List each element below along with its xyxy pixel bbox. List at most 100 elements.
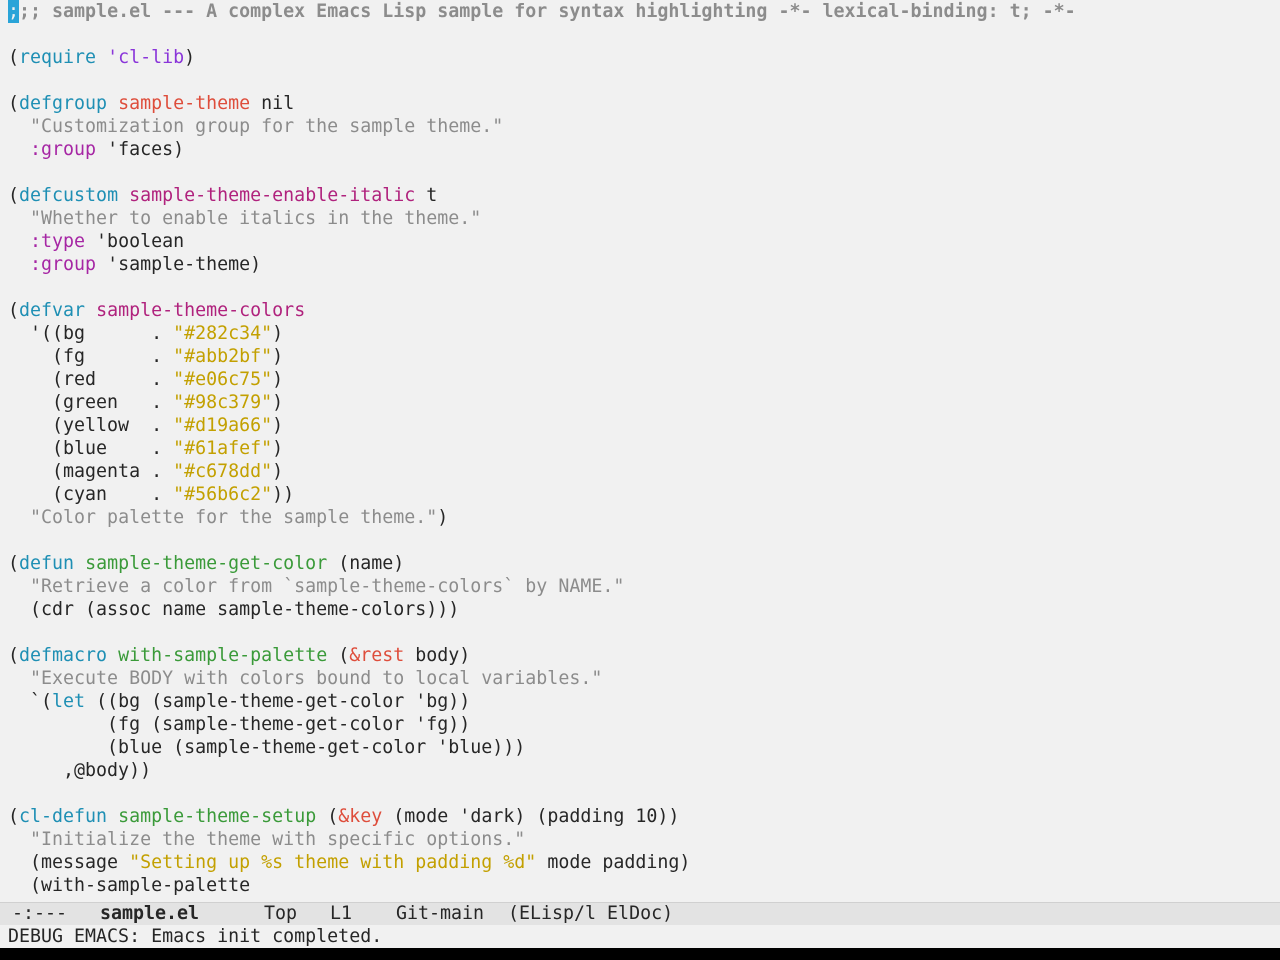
code-line[interactable]: (defmacro with-sample-palette (&rest bod… xyxy=(8,644,470,667)
code-line[interactable]: (require 'cl-lib) xyxy=(8,46,195,69)
code-token: (cyan . xyxy=(8,484,174,505)
code-line[interactable]: (blue . "#61afef") xyxy=(8,437,283,460)
code-token: sample-theme-enable-italic xyxy=(129,185,416,206)
code-line[interactable]: (fg . "#abb2bf") xyxy=(8,345,283,368)
code-token: "#56b6c2" xyxy=(173,484,273,505)
code-line[interactable]: (red . "#e06c75") xyxy=(8,368,283,391)
code-line[interactable]: (message "Setting up %s theme with paddi… xyxy=(8,851,690,874)
code-line[interactable]: :group 'faces) xyxy=(8,138,184,161)
code-token: "#98c379" xyxy=(173,392,273,413)
code-token: (red . xyxy=(8,369,174,390)
code-token: "#282c34" xyxy=(173,323,273,344)
code-token: :group xyxy=(30,254,97,275)
code-token: "#c678dd" xyxy=(173,461,273,482)
editor-buffer[interactable]: ;;; sample.el --- A complex Emacs Lisp s… xyxy=(8,0,1274,902)
code-line[interactable]: :type 'boolean xyxy=(8,230,184,253)
code-token: ( xyxy=(8,645,20,666)
code-token: "Execute BODY with colors bound to local… xyxy=(30,668,603,689)
modeline-major-mode[interactable]: (ELisp/l ElDoc) xyxy=(508,903,673,925)
code-token: ) xyxy=(272,392,284,413)
code-line[interactable]: (blue (sample-theme-get-color 'blue))) xyxy=(8,736,525,759)
code-token: defvar xyxy=(19,300,86,321)
code-token: "#abb2bf" xyxy=(173,346,273,367)
code-line[interactable]: ,@body)) xyxy=(8,759,151,782)
code-line[interactable]: (yellow . "#d19a66") xyxy=(8,414,283,437)
code-token: mode padding) xyxy=(536,852,691,873)
code-line[interactable]: (fg (sample-theme-get-color 'fg)) xyxy=(8,713,470,736)
code-token: ;; sample.el --- A complex Emacs Lisp sa… xyxy=(19,1,1076,22)
code-token: ( xyxy=(8,185,20,206)
mode-line[interactable]: -:--- sample.el Top L1 Git-main (ELisp/l… xyxy=(0,902,1280,925)
code-token: "Retrieve a color from `sample-theme-col… xyxy=(30,576,625,597)
code-token: )) xyxy=(272,484,295,505)
code-line[interactable]: "Initialize the theme with specific opti… xyxy=(8,828,525,851)
code-token: "Customization group for the sample them… xyxy=(30,116,504,137)
code-line[interactable]: (cyan . "#56b6c2")) xyxy=(8,483,294,506)
code-token: t xyxy=(415,185,438,206)
code-token: let xyxy=(52,691,86,712)
code-line[interactable]: (defcustom sample-theme-enable-italic t xyxy=(8,184,437,207)
code-token: ( xyxy=(327,645,350,666)
code-token: ( xyxy=(316,806,339,827)
code-token: nil xyxy=(250,93,295,114)
code-line[interactable]: (defun sample-theme-get-color (name) xyxy=(8,552,404,575)
code-line[interactable]: (magenta . "#c678dd") xyxy=(8,460,283,483)
code-token: sample-theme xyxy=(118,93,251,114)
code-token: ((bg (sample-theme-get-color 'bg)) xyxy=(85,691,471,712)
code-line[interactable]: (with-sample-palette xyxy=(8,874,250,897)
code-token: (name) xyxy=(327,553,405,574)
code-token: ) xyxy=(272,346,284,367)
code-token: sample-theme-setup xyxy=(118,806,317,827)
code-line[interactable]: "Color palette for the sample theme.") xyxy=(8,506,448,529)
code-line[interactable]: "Customization group for the sample them… xyxy=(8,115,503,138)
code-line[interactable]: "Execute BODY with colors bound to local… xyxy=(8,667,602,690)
code-line[interactable]: :group 'sample-theme) xyxy=(8,253,261,276)
code-token: (blue (sample-theme-get-color 'blue))) xyxy=(8,737,526,758)
code-token: "#61afef" xyxy=(173,438,273,459)
code-token: :type xyxy=(30,231,86,252)
code-line[interactable]: (defvar sample-theme-colors xyxy=(8,299,305,322)
code-token: `( xyxy=(8,691,53,712)
code-token: "#e06c75" xyxy=(173,369,273,390)
code-token: body) xyxy=(404,645,471,666)
code-line[interactable]: ;;; sample.el --- A complex Emacs Lisp s… xyxy=(8,0,1076,23)
code-token: (blue . xyxy=(8,438,174,459)
code-token: ) xyxy=(272,461,284,482)
code-token: (with-sample-palette xyxy=(8,875,251,896)
code-line[interactable]: '((bg . "#282c34") xyxy=(8,322,283,345)
code-token: '((bg . xyxy=(8,323,174,344)
code-token: defun xyxy=(19,553,75,574)
code-token: "Color palette for the sample theme." xyxy=(30,507,438,528)
code-token: "Whether to enable italics in the theme.… xyxy=(30,208,482,229)
code-token: ) xyxy=(437,507,449,528)
modeline-buffer-name[interactable]: sample.el xyxy=(100,903,199,925)
code-token: 'sample-theme) xyxy=(96,254,262,275)
code-token: "Setting up %s theme with padding %d" xyxy=(129,852,537,873)
code-token: defmacro xyxy=(19,645,108,666)
code-token: defcustom xyxy=(19,185,119,206)
code-line[interactable]: "Retrieve a color from `sample-theme-col… xyxy=(8,575,624,598)
code-line[interactable]: (green . "#98c379") xyxy=(8,391,283,414)
modeline-position: Top xyxy=(264,903,298,924)
code-line[interactable]: `(let ((bg (sample-theme-get-color 'bg)) xyxy=(8,690,470,713)
code-token: ( xyxy=(8,553,20,574)
code-line[interactable]: (defgroup sample-theme nil xyxy=(8,92,294,115)
code-line[interactable]: (cdr (assoc name sample-theme-colors))) xyxy=(8,598,459,621)
code-line[interactable]: (cl-defun sample-theme-setup (&key (mode… xyxy=(8,805,679,828)
code-token: sample-theme-colors xyxy=(96,300,306,321)
code-token: cl-defun xyxy=(19,806,108,827)
code-token: 'faces) xyxy=(96,139,185,160)
modeline-vc-branch[interactable]: Git-main xyxy=(396,903,484,925)
code-line[interactable]: "Whether to enable italics in the theme.… xyxy=(8,207,481,230)
code-token: ( xyxy=(8,300,20,321)
